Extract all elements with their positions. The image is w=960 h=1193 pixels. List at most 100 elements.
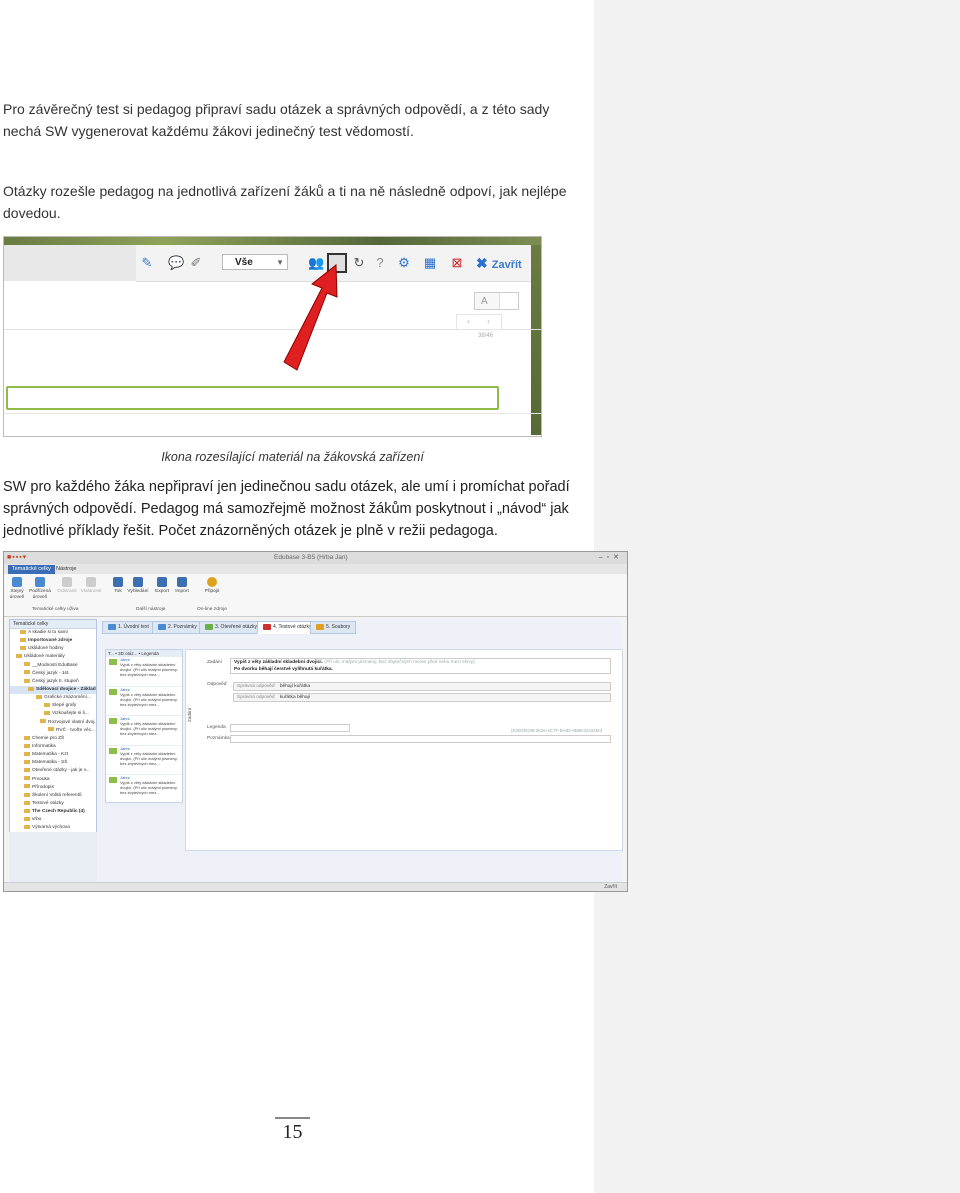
tab-nastroje[interactable]: Nástroje xyxy=(52,565,80,574)
import-button[interactable]: Import xyxy=(173,577,191,595)
question-detail xyxy=(185,649,623,851)
tab-poznamky[interactable]: 2. Poznámky xyxy=(152,621,203,634)
folder-icon xyxy=(24,751,30,756)
tree-item[interactable]: Testové otázky xyxy=(10,800,96,808)
question-text: Vypiš z věty základní skladební dvojici.… xyxy=(120,750,178,766)
group-label: Další nástroje xyxy=(136,607,166,612)
tree-item-label: Český jazyk - 1st. xyxy=(32,670,70,676)
tree-item[interactable]: Ukládové hodiny xyxy=(10,645,96,653)
tree-item[interactable]: Matematika - Kzt xyxy=(10,751,96,759)
paragraph-intro: Pro závěrečný test si pedagog připraví s… xyxy=(3,101,550,139)
tree-item[interactable]: Vizkoušejte si li... xyxy=(10,710,96,718)
notes-icon xyxy=(158,623,166,630)
sub-level-button[interactable]: Podřízená úroveň xyxy=(28,577,52,600)
window-controls[interactable]: –▫✕ xyxy=(599,553,623,561)
folder-icon xyxy=(24,800,30,805)
question-icon xyxy=(109,688,117,695)
tree-item-label: Přírodopis xyxy=(32,784,54,790)
question-item[interactable]: Jahni Vypiš z věty základní skladební dvo… xyxy=(106,775,182,805)
question-item[interactable]: Jahni Vypiš z věty základní skladební dvo… xyxy=(106,746,182,775)
question-items: Jahni Vypiš z věty základní skladební dvo… xyxy=(106,657,182,805)
poznamka-field[interactable] xyxy=(230,735,611,743)
button-label: Podřízená úroveň xyxy=(29,589,51,600)
export-button[interactable]: Export xyxy=(153,577,171,595)
tree-item[interactable]: Český jazyk II. stupeň xyxy=(10,678,96,686)
side-label: Zadání xyxy=(187,707,192,722)
tree-item[interactable]: A skadie si to sami xyxy=(10,629,96,637)
tree-item[interactable]: Český jazyk - 1st. xyxy=(10,670,96,678)
screenshot-toolbar: ✎ 💬 ✐ Vše ▼ 👥 ↻ ? ⚙ ▦ ⊠ ✖ Zavřít A ‹ › 38… xyxy=(3,236,542,437)
tree-item[interactable]: RVČ - tvořte věc... xyxy=(10,727,96,735)
tree-item[interactable]: Rozvojové vlasní dvoj... xyxy=(10,719,96,727)
tree-item[interactable]: Ukládové materiály xyxy=(10,653,96,661)
tree-item[interactable]: Slepé grafy xyxy=(10,702,96,710)
question-item[interactable]: Jahni Vypiš z věty základní skladební dvo… xyxy=(106,657,182,687)
tree-item-label: Rozvojové vlasní dvoj... xyxy=(48,719,96,725)
zadani-label: Zadání xyxy=(207,660,222,665)
title-bar: ■▪▪▪▾ Edubase 3-B5 (Hrba Jan) –▫✕ xyxy=(4,552,627,564)
question-id: {E2B28C98-3526-4C7F-BA85-0B6E3234450} xyxy=(511,728,603,733)
tree-item[interactable]: Informatika xyxy=(10,743,96,751)
folder-icon xyxy=(20,637,26,642)
properties-icon xyxy=(86,577,96,587)
same-level-button[interactable]: Stejný úroveň xyxy=(7,577,27,600)
tree-item[interactable]: Matematika - SŠ xyxy=(10,759,96,767)
folder-icon xyxy=(44,703,50,707)
search-icon xyxy=(133,577,143,587)
tree-item[interactable]: vrbo xyxy=(10,816,96,824)
add-child-icon xyxy=(35,577,45,587)
connect-button[interactable]: Připojit xyxy=(202,577,222,595)
tab-testove-otazky[interactable]: 4. Testové otázky xyxy=(257,621,318,634)
answer-1-field[interactable]: Správná odpověď běhají kuřátka xyxy=(233,682,611,691)
tab-soubory[interactable]: 5. Soubory xyxy=(310,621,357,634)
button-label: Export xyxy=(155,589,169,594)
tree-item[interactable]: Chemie pro ZŠ xyxy=(10,735,96,743)
tab-label: 4. Testové otázky xyxy=(273,624,312,630)
test-icon xyxy=(263,623,271,630)
zadani-field[interactable]: Vypiš z věty základní skladební dvojici.… xyxy=(230,658,611,674)
delete-button[interactable]: Odstranit xyxy=(56,577,78,595)
tab-label: 5. Soubory xyxy=(326,624,351,630)
status-close[interactable]: Zavřít xyxy=(604,884,617,890)
tree-item[interactable]: Otevřené otázky - jak je v... xyxy=(10,767,96,775)
question-icon xyxy=(109,718,117,724)
folder-icon xyxy=(24,662,30,667)
window-title: Edubase 3-B5 (Hrba Jan) xyxy=(274,554,348,561)
tree-item-label: Vizkoušejte si li... xyxy=(52,711,89,717)
tree-item-label: vrbo xyxy=(32,817,42,823)
tree-item-label: Otevřené otázky - jak je v... xyxy=(32,768,90,774)
tab-label: 2. Poznámky xyxy=(168,624,197,630)
odpoved-label: Odpověď xyxy=(207,682,227,687)
question-item[interactable]: Jahni Vypiš z věty základní skladební dvo… xyxy=(106,687,182,716)
legenda-field[interactable] xyxy=(230,724,350,732)
answer-2-field[interactable]: Správná odpověď kuřátka běhají xyxy=(233,693,611,702)
tab-tematicke-celky[interactable]: Tematické celky xyxy=(8,565,55,574)
tab-uvodni-text[interactable]: 1. Úvodní text xyxy=(102,621,155,634)
folder-icon xyxy=(44,711,50,716)
tree-item-label: __Modnosti EduBase xyxy=(32,662,78,668)
tree-item[interactable]: The Czech Republic (4) xyxy=(10,808,96,816)
tree-item[interactable]: Školení Volitá referentů xyxy=(10,792,96,800)
question-text: Vypiš z věty základní skladební dvojici.… xyxy=(120,780,178,795)
tab-otevrene-otazky[interactable]: 3. Otevřené otázky xyxy=(199,621,263,634)
flow-button[interactable]: Tok xyxy=(110,577,126,595)
question-item[interactable]: Jahni Vypiš z věty základní skladební dvo… xyxy=(106,716,182,746)
topic-tree: Tematické celky A skadie si to sami Impor… xyxy=(9,619,97,833)
search-button[interactable]: Vyhledání xyxy=(127,577,149,595)
tree-item[interactable]: Přírodopis xyxy=(10,784,96,792)
tree-item[interactable]: Sdělovací dvojice - Základ... xyxy=(10,685,96,695)
tree-item[interactable]: Importované zdroje xyxy=(10,637,96,645)
tree-item-label: RVČ - tvořte věc... xyxy=(56,727,96,733)
properties-button[interactable]: Vlastnosti xyxy=(80,577,102,595)
question-list: T... • 3D otáz... • Legenda Jahni Vypiš z… xyxy=(105,649,183,805)
folder-icon xyxy=(24,743,30,748)
tree-item-label: Sdělovací dvojice - Základ... xyxy=(36,686,96,692)
folder-icon xyxy=(24,808,30,813)
folder-icon xyxy=(24,670,30,675)
folder-icon xyxy=(48,727,54,732)
page-number-rule xyxy=(275,1117,310,1119)
tree-item[interactable]: __Modnosti EduBase xyxy=(10,662,96,670)
tree-item[interactable]: Prvouka xyxy=(10,776,96,784)
add-icon xyxy=(12,577,22,587)
tree-item[interactable]: Grafické znázornění... xyxy=(10,694,96,702)
